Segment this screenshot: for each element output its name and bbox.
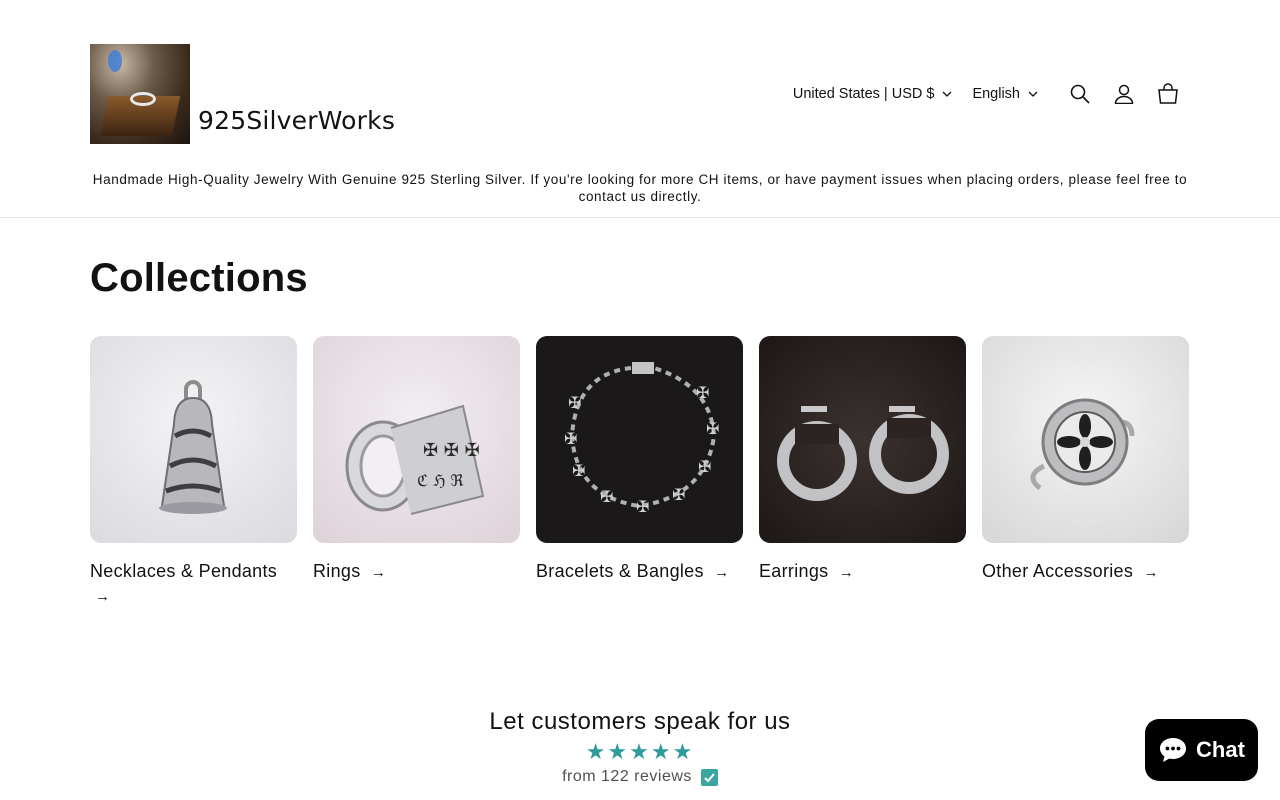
- search-icon: [1070, 84, 1090, 104]
- earrings-illustration: [777, 406, 949, 501]
- collection-name: Rings: [313, 561, 361, 581]
- earrings-image: [759, 336, 966, 543]
- svg-text:✠: ✠: [698, 457, 711, 476]
- arrow-right-icon: →: [95, 588, 111, 605]
- header-actions: United States | USD $ English: [793, 78, 1190, 110]
- rings-illustration: ✠ ✠ ✠ ℭ ℌ ℜ: [345, 404, 485, 515]
- bell-pendant-illustration: [159, 380, 227, 514]
- collection-label: Other Accessories →: [982, 559, 1189, 585]
- collections-title: Collections: [90, 256, 308, 300]
- account-icon: [1114, 84, 1134, 104]
- collection-name: Earrings: [759, 561, 829, 581]
- bracelet-illustration: ✠ ✠ ✠ ✠ ✠ ✠ ✠ ✠ ✠: [564, 362, 719, 516]
- search-button[interactable]: [1058, 72, 1102, 116]
- reviews-section: Let customers speak for us ★★★★★ from 12…: [0, 708, 1280, 786]
- accessory-image: [982, 336, 1189, 543]
- svg-text:✠: ✠: [636, 497, 649, 516]
- chevron-down-icon: [942, 91, 952, 97]
- collection-name: Other Accessories: [982, 561, 1134, 581]
- language-selector-label: English: [972, 86, 1020, 102]
- logo-ring: [130, 92, 156, 106]
- language-selector[interactable]: English: [972, 86, 1038, 102]
- necklace-pendant-image: [90, 336, 297, 543]
- chat-label: Chat: [1196, 737, 1245, 762]
- arrow-right-icon: →: [370, 564, 387, 581]
- bracelet-image: ✠ ✠ ✠ ✠ ✠ ✠ ✠ ✠ ✠: [536, 336, 743, 543]
- svg-text:✠: ✠: [564, 429, 577, 448]
- svg-text:✠ ✠ ✠: ✠ ✠ ✠: [423, 440, 480, 461]
- collection-label: Necklaces & Pendants →: [90, 559, 297, 609]
- collection-card-rings[interactable]: ✠ ✠ ✠ ℭ ℌ ℜ Rings →: [313, 336, 520, 609]
- svg-text:✠: ✠: [600, 487, 613, 506]
- announcement-bar: Handmade High-Quality Jewelry With Genui…: [92, 172, 1188, 204]
- svg-text:✠: ✠: [696, 383, 709, 402]
- svg-text:✠: ✠: [568, 393, 581, 412]
- arrow-right-icon: →: [838, 564, 855, 581]
- chat-bubble-icon: [1160, 738, 1187, 762]
- collection-label: Rings →: [313, 559, 520, 585]
- chat-button[interactable]: Chat: [1145, 719, 1258, 781]
- country-selector[interactable]: United States | USD $: [793, 86, 953, 102]
- svg-text:✠: ✠: [672, 485, 685, 504]
- collection-card-bracelets[interactable]: ✠ ✠ ✠ ✠ ✠ ✠ ✠ ✠ ✠ Bracelets & Bangles →: [536, 336, 743, 609]
- arrow-right-icon: →: [1143, 564, 1159, 581]
- clasp-illustration: [1030, 398, 1135, 490]
- collection-card-necklaces[interactable]: Necklaces & Pendants →: [90, 336, 297, 609]
- svg-text:✠: ✠: [706, 419, 719, 438]
- rings-image: ✠ ✠ ✠ ℭ ℌ ℜ: [313, 336, 520, 543]
- collection-card-earrings[interactable]: Earrings →: [759, 336, 966, 609]
- account-button[interactable]: [1102, 72, 1146, 116]
- collections-grid: Necklaces & Pendants → ✠ ✠ ✠ ℭ ℌ ℜ Rings…: [90, 336, 1189, 609]
- reviews-count-text: from 122 reviews: [562, 768, 692, 785]
- collection-card-other-accessories[interactable]: Other Accessories →: [982, 336, 1189, 609]
- site-logo[interactable]: 925SilverWorks: [90, 44, 395, 144]
- svg-text:✠: ✠: [572, 461, 585, 480]
- collection-name: Bracelets & Bangles: [536, 561, 704, 581]
- cart-icon: [1158, 83, 1178, 104]
- site-header: 925SilverWorks United States | USD $ Eng…: [0, 0, 1280, 168]
- verified-badge-icon: [700, 768, 718, 786]
- logo-image: [90, 44, 190, 144]
- reviews-title: Let customers speak for us: [489, 708, 791, 735]
- star-rating-icon[interactable]: ★★★★★: [0, 740, 1280, 764]
- logo-text: 925SilverWorks: [198, 106, 396, 135]
- svg-text:ℭ ℌ ℜ: ℭ ℌ ℜ: [417, 471, 464, 490]
- collection-name: Necklaces & Pendants: [90, 561, 278, 581]
- chevron-down-icon: [1028, 91, 1038, 97]
- collection-label: Bracelets & Bangles →: [536, 559, 743, 585]
- arrow-right-icon: →: [714, 564, 730, 581]
- collection-label: Earrings →: [759, 559, 966, 585]
- logo-torch-flame: [108, 50, 122, 72]
- country-selector-label: United States | USD $: [792, 86, 935, 102]
- cart-button[interactable]: [1146, 72, 1190, 116]
- header-divider: [0, 217, 1280, 218]
- reviews-summary[interactable]: from 122 reviews: [562, 768, 718, 786]
